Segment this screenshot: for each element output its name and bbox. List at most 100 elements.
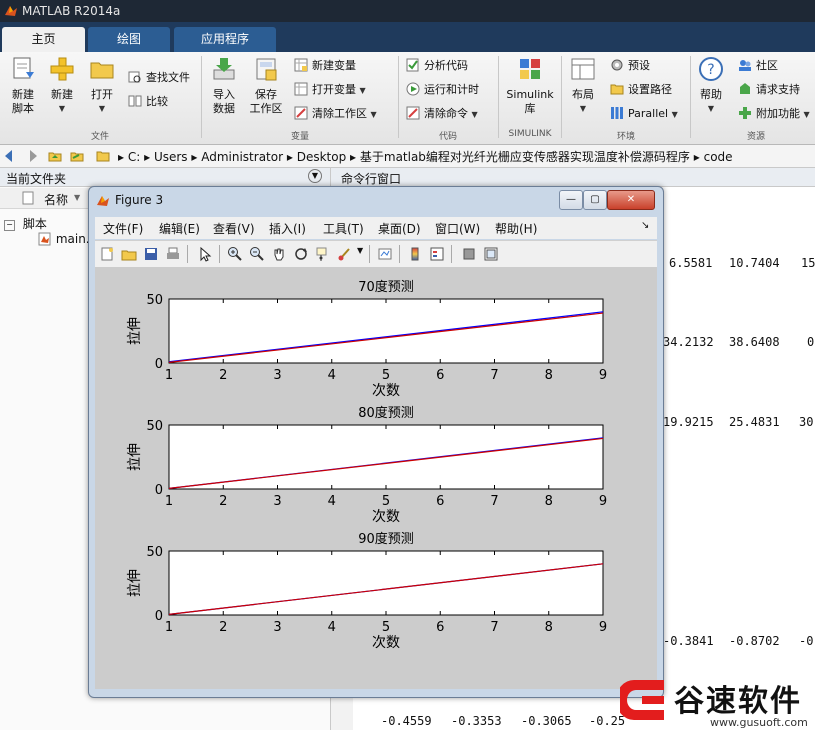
pan-hand-icon[interactable] [271,246,287,262]
layout-icon [571,58,595,80]
new-variable-icon [294,58,308,72]
run-and-time-button[interactable]: 运行和计时 [406,80,479,100]
new-script-button[interactable]: 新建 脚本 [6,56,40,116]
run-time-icon [406,82,420,96]
support-icon [740,83,750,94]
clear-commands-button[interactable]: 清除命令 ▼ [406,104,478,124]
x-tick-label: 2 [219,368,227,383]
pointer-icon[interactable] [197,246,213,262]
plot-area [168,424,604,490]
forward-arrow-icon[interactable] [24,149,38,163]
watermark: 谷速软件 www.gusuoft.com [620,672,815,730]
save-icon[interactable] [143,246,159,262]
simulink-icon [520,59,540,79]
find-files-button[interactable]: 查找文件 [128,68,190,88]
dock-arrow-icon[interactable]: ↘ [641,220,649,231]
x-tick-label: 7 [490,368,498,383]
request-support-button[interactable]: 请求支持 [738,80,800,100]
browse-folder-icon[interactable] [70,149,84,163]
back-arrow-icon[interactable] [4,149,18,163]
folder-icon [610,84,624,95]
set-path-button[interactable]: 设置路径 [610,80,672,100]
compare-button[interactable]: 比较 [128,92,168,112]
x-tick-label: 8 [545,620,553,635]
new-button[interactable]: 新建 ▼ [46,56,78,116]
show-plot-tools-icon[interactable] [483,246,499,262]
analyze-code-button[interactable]: 分析代码 [406,56,468,76]
menu-desktop[interactable]: 桌面(D) [378,220,421,237]
zoom-out-icon[interactable] [249,246,265,262]
maximize-button[interactable]: ▢ [583,190,607,210]
breadcrumb-item[interactable]: Administrator [201,150,283,164]
open-file-icon[interactable] [121,246,137,262]
tab-apps[interactable]: 应用程序 [174,27,276,52]
close-button[interactable]: ✕ [607,190,655,210]
help-button[interactable]: ? 帮助 ▼ [694,56,728,116]
parallel-button[interactable]: Parallel ▼ [610,104,678,124]
x-tick-label: 2 [219,494,227,509]
preferences-button[interactable]: 预设 [610,56,650,76]
y-tick-label: 0 [155,357,163,372]
x-tick-label: 3 [273,494,281,509]
output-value: 6.5581 [669,256,713,270]
breadcrumb-sep: ▸ [191,150,202,164]
up-folder-icon[interactable] [48,149,62,163]
tab-plots[interactable]: 绘图 [88,27,170,52]
breadcrumb-item[interactable]: Desktop [297,150,347,164]
collapse-icon[interactable]: − [4,220,15,231]
import-data-button[interactable]: 导入 数据 [206,56,242,116]
breadcrumb-item[interactable]: 基于matlab编程对光纤光栅应变传感器实现温度补偿源码程序 [360,150,690,164]
colorbar-icon[interactable] [407,246,423,262]
print-icon[interactable] [165,246,181,262]
tree-group-scripts[interactable]: − 脚本 [4,215,47,232]
x-tick-label: 5 [382,620,390,635]
menu-view[interactable]: 查看(V) [213,220,255,237]
zoom-in-icon[interactable] [227,246,243,262]
open-variable-button[interactable]: 打开变量 ▼ [294,80,366,100]
group-separator [561,56,562,138]
data-cursor-icon[interactable] [315,246,331,262]
breadcrumb-item[interactable]: Users [154,150,188,164]
column-name-header[interactable]: 名称 [44,191,68,208]
layout-button[interactable]: 布局 ▼ [566,56,600,116]
hide-plot-tools-icon[interactable] [461,246,477,262]
x-tick-label: 4 [328,368,336,383]
minimize-button[interactable]: — [559,190,583,210]
open-button[interactable]: 打开 ▼ [86,56,118,116]
simulink-library-button[interactable]: Simulink 库 [504,56,556,116]
panel-menu-icon[interactable]: ▼ [308,169,322,183]
legend-icon[interactable] [429,246,445,262]
figure-canvas[interactable]: 1 2 3 4 5 6 7 8 9 0 50 70度预测 次数 拉伸 1 2 3 4 5 6 7 8 9 0 50 80度预测 次数… [95,267,657,689]
save-workspace-button[interactable]: 保存 工作区 [246,56,286,116]
new-variable-button[interactable]: 新建变量 [294,56,356,76]
chevron-down-icon[interactable]: ▼ [357,246,363,255]
clear-workspace-button[interactable]: 清除工作区 ▼ [294,104,377,124]
figure-window[interactable]: Figure 3 — ▢ ✕ 文件(F) 编辑(E) 查看(V) 插入(I) 工… [88,186,664,698]
menu-help[interactable]: 帮助(H) [495,220,537,237]
matlab-file-icon [38,232,51,246]
menu-file[interactable]: 文件(F) [103,220,143,237]
list-item[interactable]: main. [38,232,90,246]
output-value: 34.2132 [663,335,714,349]
x-tick-label: 8 [545,368,553,383]
menu-insert[interactable]: 插入(I) [269,220,306,237]
x-axis-label: 次数 [372,383,400,399]
menu-window[interactable]: 窗口(W) [435,220,480,237]
sort-arrow-icon[interactable]: ▼ [74,193,80,202]
command-window-header: 命令行窗口 [331,168,815,187]
subplot-title: 80度预测 [358,405,414,421]
x-tick-label: 9 [599,494,607,509]
x-tick-label: 4 [328,620,336,635]
link-plot-icon[interactable] [377,246,393,262]
menu-tools[interactable]: 工具(T) [323,220,364,237]
new-figure-icon[interactable] [99,246,115,262]
tab-home[interactable]: 主页 [2,27,85,52]
breadcrumb-item[interactable]: C: [128,150,140,164]
community-button[interactable]: 社区 [738,56,778,76]
add-ons-button[interactable]: 附加功能 ▼ [738,104,810,124]
x-tick-label: 2 [219,620,227,635]
menu-edit[interactable]: 编辑(E) [159,220,200,237]
breadcrumb-item[interactable]: code [704,150,733,164]
brush-icon[interactable] [337,246,353,262]
rotate-3d-icon[interactable] [293,246,309,262]
